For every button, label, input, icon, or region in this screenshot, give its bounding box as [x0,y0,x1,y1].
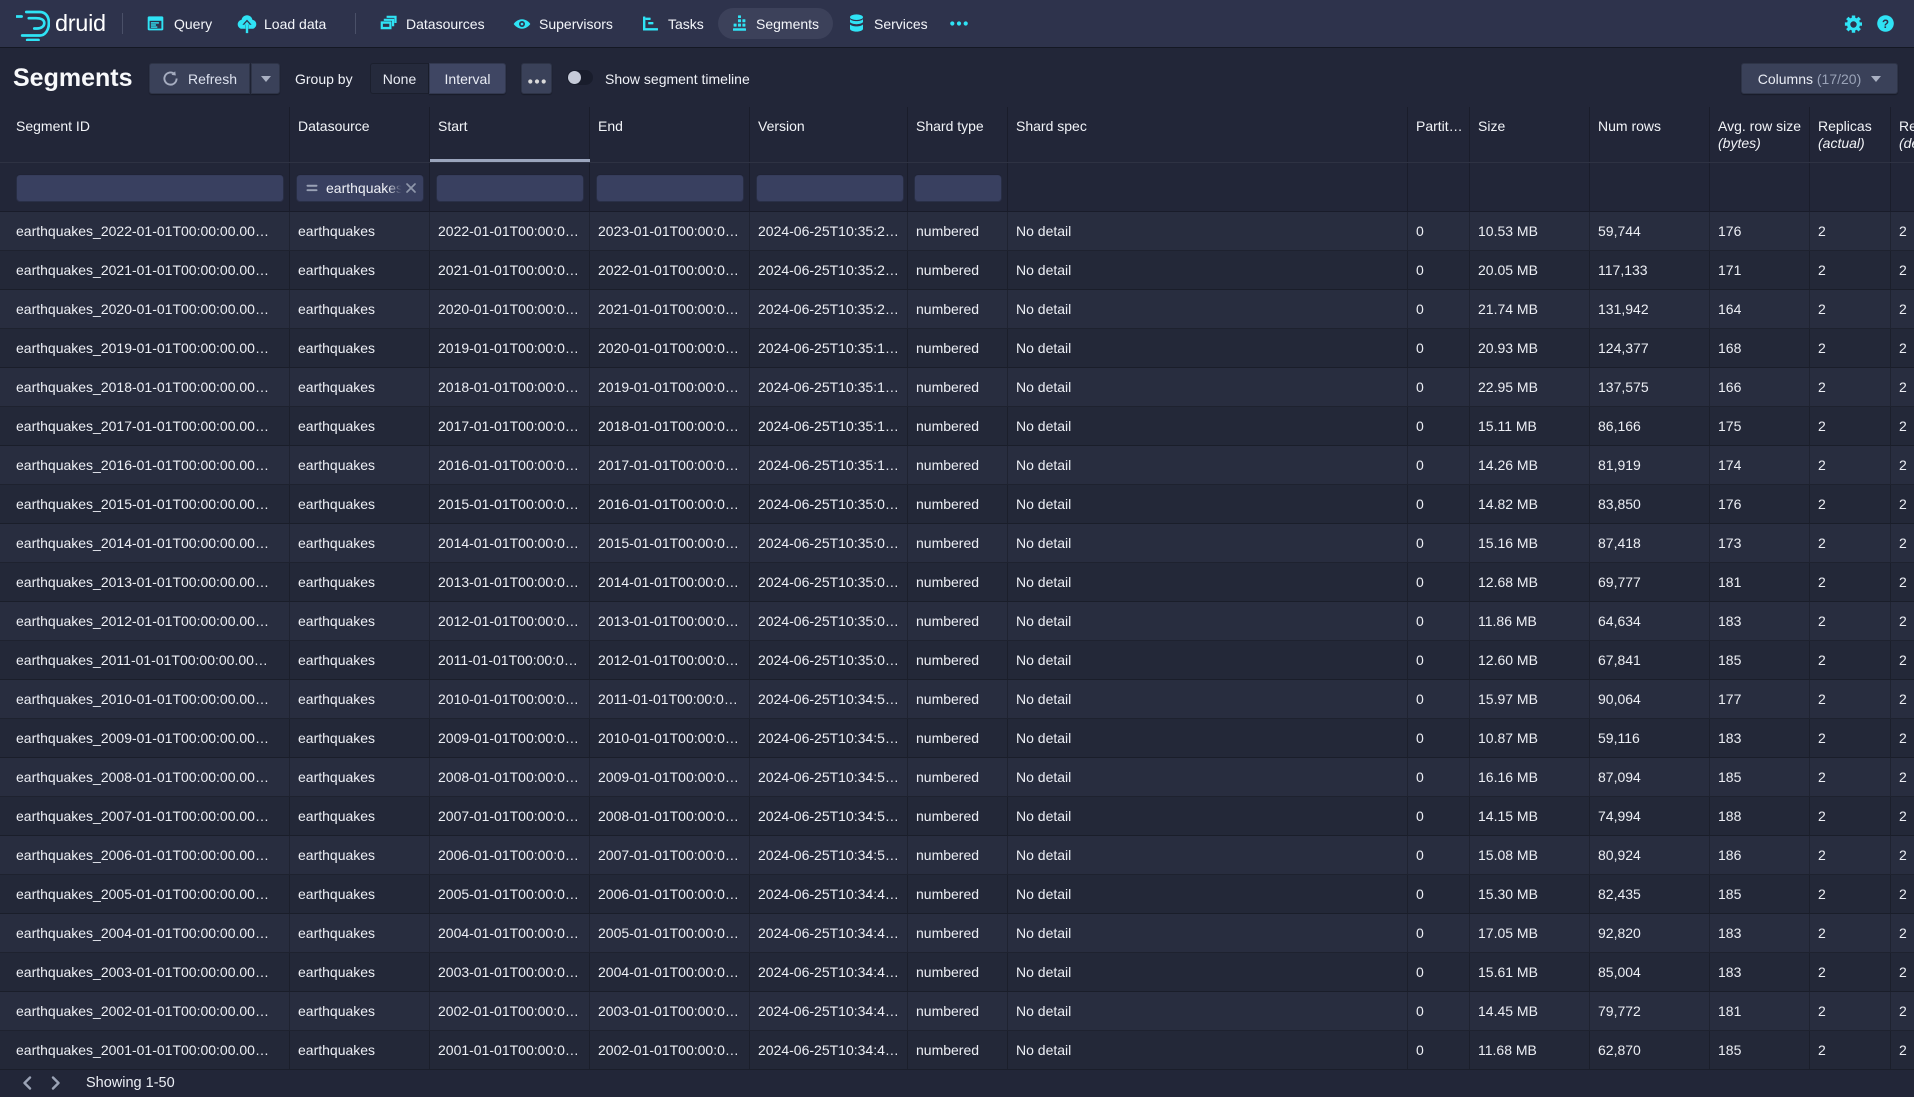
svg-text:?: ? [1882,19,1889,31]
